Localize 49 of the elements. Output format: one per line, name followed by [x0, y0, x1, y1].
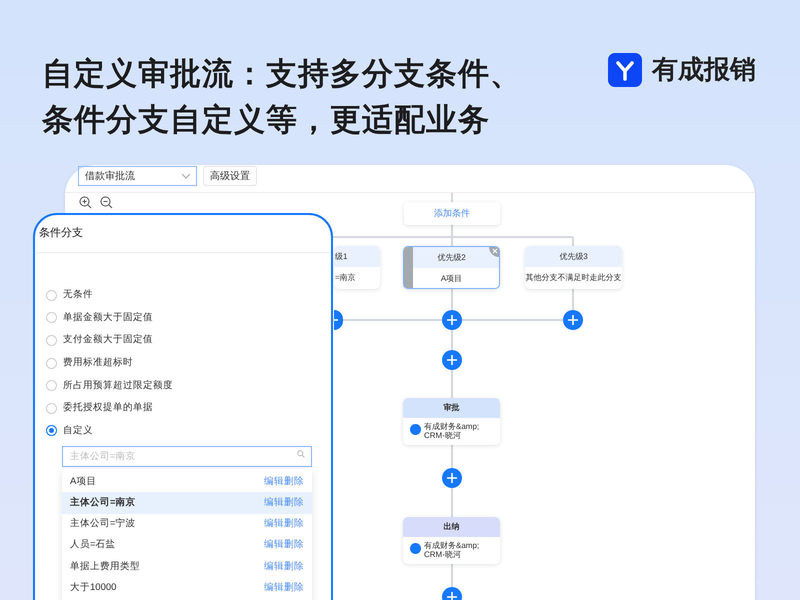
avatar — [410, 543, 421, 554]
search-field[interactable]: 主体公司=南京 — [62, 446, 312, 467]
plus-icon — [447, 592, 457, 600]
flow-select[interactable]: 借款审批流 — [78, 166, 197, 186]
panel-title: 条件分支 — [39, 226, 83, 241]
add-node-button[interactable] — [442, 310, 462, 330]
branch-title: 级1 — [335, 250, 348, 262]
plus-icon — [447, 355, 457, 365]
settings-button[interactable]: 高级设置 — [203, 166, 257, 186]
add-node-button[interactable] — [563, 310, 583, 330]
radio-option[interactable]: 无条件 — [46, 284, 173, 307]
branch-condition: =南京 — [335, 272, 356, 284]
branch-card[interactable]: 优先级2 A项目 — [403, 246, 500, 289]
add-node-button[interactable] — [442, 468, 462, 488]
flow-node[interactable]: 出纳 有成财务&amp;CRM-晓河 — [403, 517, 500, 564]
brand-name: 有成报销 — [652, 53, 756, 86]
headline: 自定义审批流：支持多分支条件、 — [42, 55, 522, 93]
zoom-out-icon[interactable] — [100, 196, 113, 209]
radio-option[interactable]: 自定义 — [46, 420, 173, 442]
radio-option[interactable]: 单据金额大于固定值 — [46, 306, 173, 330]
branch-condition: 其他分支不满足时走此分支 — [526, 272, 622, 284]
close-icon[interactable] — [489, 247, 499, 257]
plus-icon — [568, 315, 578, 325]
plus-icon — [447, 315, 457, 325]
logo-icon — [608, 52, 642, 86]
add-node-button[interactable] — [334, 310, 343, 330]
avatar — [410, 424, 421, 435]
search-icon — [297, 450, 305, 458]
add-node-button[interactable] — [442, 350, 462, 370]
assignee: 有成财务&amp;CRM-晓河 — [424, 422, 480, 440]
node-title: 审批 — [444, 402, 460, 414]
radio-option[interactable]: 支付金额大于固定值 — [46, 329, 173, 352]
radio-button[interactable] — [46, 425, 57, 436]
node-title: 出纳 — [444, 521, 460, 533]
radio-option[interactable]: 委托授权提单的单据 — [46, 396, 173, 420]
branch-condition: A项目 — [440, 272, 462, 284]
plus-icon — [447, 473, 457, 483]
assignee: 有成财务&amp;CRM-晓河 — [424, 541, 480, 559]
collapse-handle[interactable] — [404, 247, 413, 288]
branch-title: 优先级3 — [559, 250, 588, 262]
zoom-in-icon[interactable] — [79, 196, 92, 209]
branch-title: 优先级2 — [437, 252, 466, 264]
flow-node[interactable]: 审批 有成财务&amp;CRM-晓河 — [403, 398, 500, 445]
branch-card[interactable]: 级1 =南京 — [334, 246, 380, 289]
radio-option[interactable]: 费用标准超标时 — [46, 352, 173, 374]
chevron-down-icon — [182, 174, 190, 178]
headline: 条件分支自定义等，更适配业务 — [42, 101, 491, 139]
radio-option[interactable]: 所占用预算超过限定额度 — [46, 374, 173, 397]
branch-card[interactable]: 优先级3 其他分支不满足时走此分支 — [525, 246, 622, 289]
